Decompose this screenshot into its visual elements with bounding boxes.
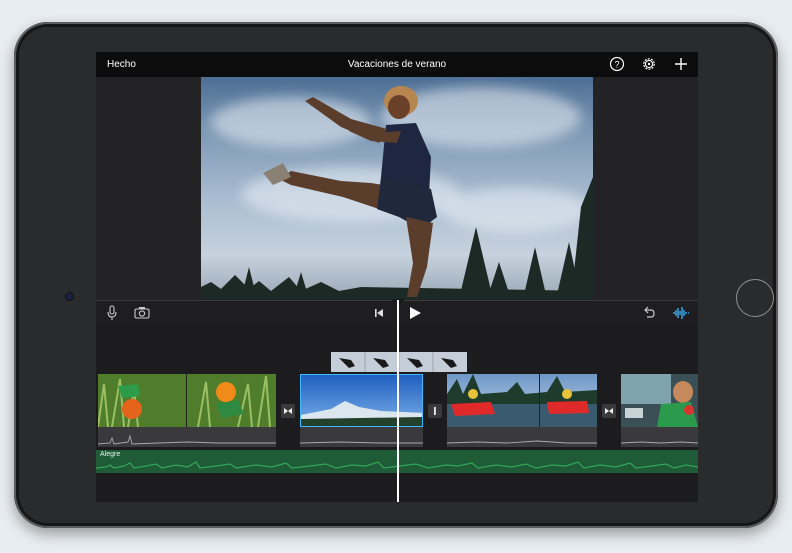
transition-icon: [284, 408, 292, 414]
plus-icon[interactable]: [673, 56, 689, 72]
front-camera: [66, 293, 73, 300]
audio-waveform-icon[interactable]: [672, 306, 690, 320]
thumbnail-frames: [331, 352, 467, 372]
clip-kayak-audio: [447, 427, 597, 447]
clip-kayak-waveform: [447, 440, 597, 444]
microphone-icon[interactable]: [106, 305, 118, 321]
clip-car-audio: [621, 427, 698, 447]
clip-thumbnail-strip[interactable]: [331, 352, 467, 372]
transition-button[interactable]: [428, 404, 442, 418]
undo-icon[interactable]: [642, 306, 656, 320]
clip-mountain-audio: [300, 427, 423, 447]
kid-kicking-silhouette: [201, 86, 593, 299]
home-button[interactable]: [736, 279, 774, 317]
skip-back-icon[interactable]: [374, 308, 384, 318]
clip-car-thumb: [621, 374, 698, 427]
clip-grass-thumb: [98, 374, 276, 427]
transition-button[interactable]: [281, 404, 295, 418]
play-icon[interactable]: [408, 306, 422, 320]
clip-mountain-thumb: [301, 375, 422, 426]
gear-icon[interactable]: [641, 56, 657, 72]
clip-grass[interactable]: [98, 374, 276, 427]
video-preview[interactable]: [201, 77, 593, 299]
clip-mountain[interactable]: [300, 374, 423, 427]
transition-icon: [434, 407, 436, 415]
clip-grass-audio: [98, 427, 276, 447]
top-bar: Hecho Vacaciones de verano ?: [96, 52, 698, 77]
svg-text:?: ?: [614, 59, 619, 69]
clip-car[interactable]: [621, 374, 698, 427]
help-icon[interactable]: ?: [609, 56, 625, 72]
transition-icon: [605, 408, 613, 414]
project-title: Vacaciones de verano: [347, 59, 447, 70]
playhead-line[interactable]: [397, 300, 399, 502]
clip-car-waveform: [621, 441, 698, 444]
transition-button[interactable]: [602, 404, 616, 418]
clip-grass-waveform: [98, 434, 276, 445]
camera-icon[interactable]: [134, 306, 150, 319]
clip-mountain-waveform: [300, 441, 423, 444]
clip-kayak[interactable]: [447, 374, 597, 427]
clip-kayak-thumb: [447, 374, 597, 427]
imovie-screen: Hecho Vacaciones de verano ? Alegre: [96, 52, 698, 502]
